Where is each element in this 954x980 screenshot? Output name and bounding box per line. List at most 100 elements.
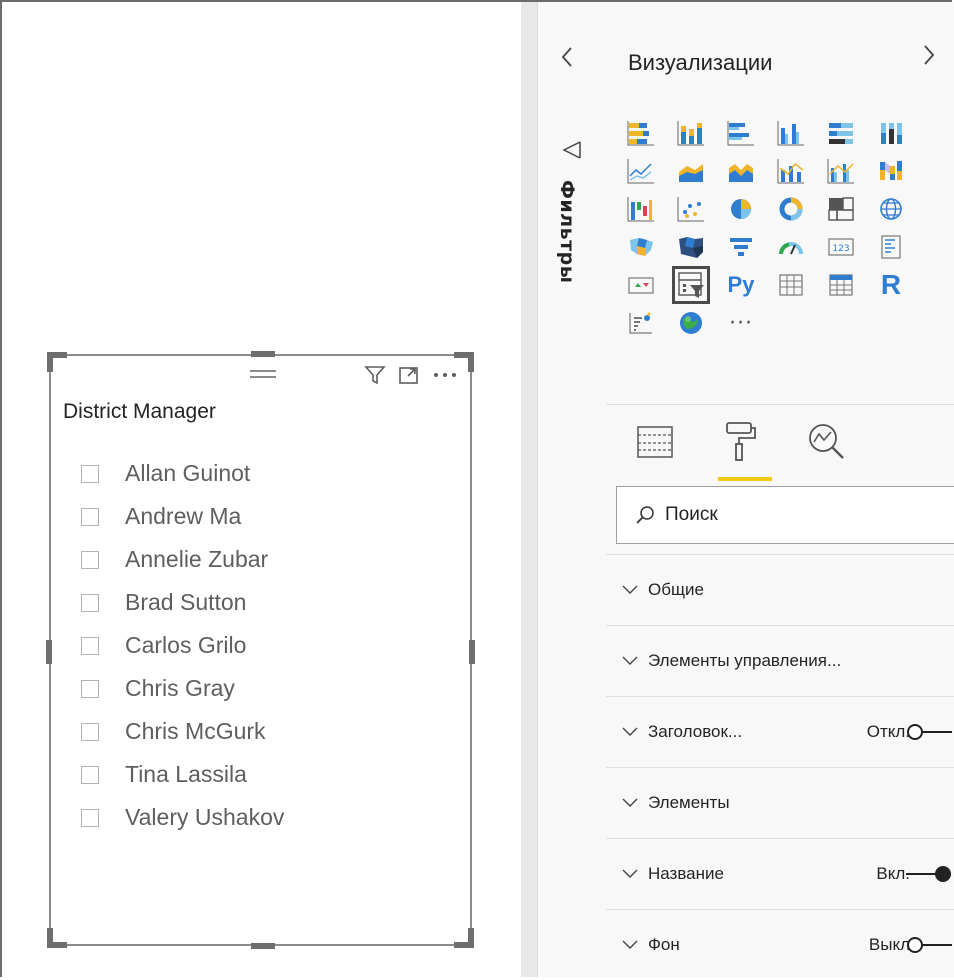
checkbox[interactable] [81, 464, 99, 483]
map-icon[interactable] [872, 190, 910, 228]
slicer-item[interactable]: Valery Ushakov [81, 796, 284, 839]
clustered-bar-chart-icon[interactable] [722, 114, 760, 152]
checkbox[interactable] [81, 550, 99, 569]
section-selection-controls[interactable]: Элементы управления... [606, 625, 954, 696]
resize-handle-top-left[interactable] [47, 352, 67, 372]
visual-header [364, 364, 458, 386]
treemap-icon[interactable] [822, 190, 860, 228]
slicer-item-label: Annelie Zubar [125, 546, 269, 572]
focus-mode-icon[interactable] [398, 364, 420, 386]
fields-icon [635, 424, 675, 464]
checkbox[interactable] [81, 679, 99, 698]
search-input[interactable] [665, 504, 905, 526]
multi-row-card-icon[interactable] [872, 228, 910, 266]
filter-icon [562, 140, 582, 164]
more-options-icon[interactable] [432, 364, 458, 386]
toggle-on-icon[interactable] [906, 865, 952, 883]
slicer-item[interactable]: Brad Sutton [81, 581, 284, 624]
resize-handle-bottom-right[interactable] [454, 928, 474, 948]
waterfall-chart-icon[interactable] [622, 190, 660, 228]
section-label: Фон [648, 935, 680, 954]
more-visuals-icon[interactable]: ··· [722, 304, 760, 342]
line-and-stacked-column-chart-icon[interactable] [772, 152, 810, 190]
key-influencers-icon[interactable] [622, 304, 660, 342]
slicer-visual[interactable]: District Manager Allan Guinot Andrew Ma … [46, 351, 475, 949]
100-stacked-bar-chart-icon[interactable] [822, 114, 860, 152]
section-slicer-header[interactable]: Заголовок... Откл. [606, 696, 954, 767]
checkbox[interactable] [81, 593, 99, 612]
donut-chart-icon[interactable] [772, 190, 810, 228]
format-tab[interactable] [716, 419, 772, 481]
matrix-icon[interactable] [822, 266, 860, 304]
scatter-chart-icon[interactable] [672, 190, 710, 228]
filter-icon[interactable] [364, 364, 386, 386]
chevron-left-icon[interactable] [560, 46, 574, 74]
slicer-item[interactable]: Allan Guinot [81, 452, 284, 495]
toggle-state-label: Выкл [868, 935, 910, 954]
pie-chart-icon[interactable] [722, 190, 760, 228]
chevron-down-icon [622, 585, 638, 595]
checkbox[interactable] [81, 636, 99, 655]
analytics-magnifier-icon [805, 420, 849, 468]
line-and-clustered-column-chart-icon[interactable] [822, 152, 860, 190]
100-stacked-column-chart-icon[interactable] [872, 114, 910, 152]
line-chart-icon[interactable] [622, 152, 660, 190]
stacked-bar-chart-icon[interactable] [622, 114, 660, 152]
resize-handle-bottom[interactable] [251, 943, 275, 949]
report-canvas[interactable]: District Manager Allan Guinot Andrew Ma … [2, 2, 521, 977]
kpi-icon[interactable] [622, 266, 660, 304]
toggle-off-icon[interactable] [906, 723, 952, 741]
svg-text:123: 123 [832, 244, 849, 254]
checkbox[interactable] [81, 722, 99, 741]
slicer-item-label: Carlos Grilo [125, 632, 247, 658]
clustered-column-chart-icon[interactable] [772, 114, 810, 152]
resize-handle-left[interactable] [46, 640, 52, 664]
format-search-box[interactable] [616, 486, 954, 544]
funnel-icon[interactable] [722, 228, 760, 266]
format-sections: Общие Элементы управления... Заголовок..… [606, 554, 954, 980]
toggle-state-label: Откл. [866, 722, 910, 741]
slicer-item[interactable]: Chris McGurk [81, 710, 284, 753]
chevron-down-icon [622, 940, 638, 950]
slicer-item-label: Valery Ushakov [125, 804, 285, 830]
paint-roller-icon [721, 420, 761, 468]
gauge-icon[interactable] [772, 228, 810, 266]
area-chart-icon[interactable] [672, 152, 710, 190]
slicer-item[interactable]: Chris Gray [81, 667, 284, 710]
drag-grip-icon[interactable] [250, 370, 276, 380]
checkbox[interactable] [81, 808, 99, 827]
slicer-item[interactable]: Tina Lassila [81, 753, 284, 796]
stacked-area-chart-icon[interactable] [722, 152, 760, 190]
slicer-icon[interactable] [672, 266, 710, 304]
card-icon[interactable]: 123 [822, 228, 860, 266]
slicer-item[interactable]: Andrew Ma [81, 495, 284, 538]
table-icon[interactable] [772, 266, 810, 304]
filled-map-icon[interactable] [622, 228, 660, 266]
analytics-tab[interactable] [802, 419, 852, 469]
slicer-item-label: Brad Sutton [125, 589, 247, 615]
python-visual-icon[interactable]: Py [722, 266, 760, 304]
chevron-down-icon [622, 656, 638, 666]
slicer-item[interactable]: Carlos Grilo [81, 624, 284, 667]
section-background[interactable]: Фон Выкл [606, 909, 954, 980]
filters-pane[interactable]: Фильтры [537, 2, 607, 977]
stacked-column-chart-icon[interactable] [672, 114, 710, 152]
section-general[interactable]: Общие [606, 554, 954, 625]
r-script-visual-icon[interactable]: R [872, 266, 910, 304]
fields-tab[interactable] [630, 419, 680, 469]
ribbon-chart-icon[interactable] [872, 152, 910, 190]
shape-map-icon[interactable] [672, 228, 710, 266]
arcgis-map-icon[interactable] [672, 304, 710, 342]
filters-pane-label[interactable]: Фильтры [556, 180, 578, 283]
resize-handle-bottom-left[interactable] [47, 928, 67, 948]
section-title[interactable]: Название Вкл. [606, 838, 954, 909]
section-items[interactable]: Элементы [606, 767, 954, 838]
checkbox[interactable] [81, 765, 99, 784]
slicer-item-label: Tina Lassila [125, 761, 247, 787]
resize-handle-top[interactable] [251, 351, 275, 357]
resize-handle-right[interactable] [469, 640, 475, 664]
slicer-item[interactable]: Annelie Zubar [81, 538, 284, 581]
chevron-right-icon[interactable] [922, 44, 936, 72]
toggle-off-icon[interactable] [906, 936, 952, 954]
checkbox[interactable] [81, 507, 99, 526]
